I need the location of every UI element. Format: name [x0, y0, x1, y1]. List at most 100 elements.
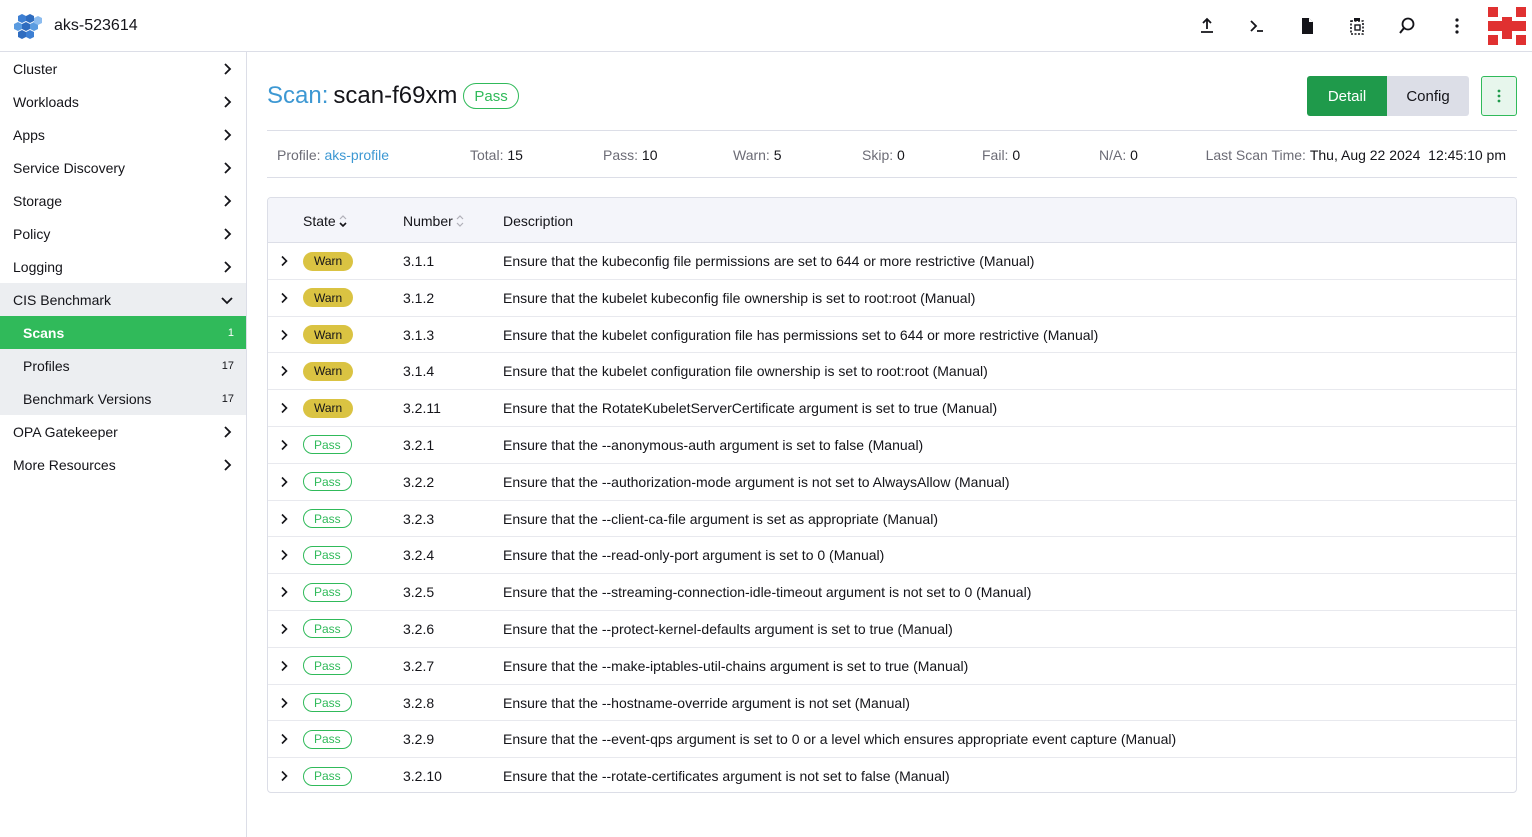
chevron-right-icon: [281, 623, 288, 635]
chevron-right-icon: [281, 587, 288, 598]
summary-profile-label: Profile:: [277, 147, 321, 163]
resource-search-button[interactable]: [1382, 0, 1432, 52]
cluster-logo-icon: [14, 13, 42, 39]
actions-menu-button[interactable]: [1481, 76, 1517, 116]
expand-row-button[interactable]: [278, 537, 292, 573]
expand-row-button[interactable]: [278, 280, 292, 316]
page-title-prefix: Scan:: [267, 82, 329, 109]
row-description-cell: Ensure that the --client-ca-file argumen…: [503, 510, 938, 527]
pass-badge: Pass: [303, 619, 352, 639]
column-header-description: Description: [503, 198, 573, 243]
summary-profile: Profile: aks-profile: [277, 132, 389, 178]
sidebar-item-label: OPA Gatekeeper: [13, 423, 118, 440]
row-number-cell: 3.2.3: [403, 510, 435, 527]
row-number-cell: 3.1.4: [403, 363, 435, 380]
sidebar-item-label: Policy: [13, 225, 51, 242]
row-number-cell: 3.2.9: [403, 731, 435, 748]
warn-badge: Warn: [303, 288, 354, 308]
row-description-cell: Ensure that the --read-only-port argumen…: [503, 547, 885, 564]
sidebar-subitem-profiles[interactable]: Profiles 17: [0, 349, 246, 382]
warn-badge: Warn: [303, 361, 354, 381]
sidebar-item-more-resources[interactable]: More Resources: [0, 448, 246, 481]
row-number-cell: 3.1.3: [403, 326, 435, 343]
expand-row-button[interactable]: [278, 685, 292, 721]
sidebar-subitem-benchmark-versions[interactable]: Benchmark Versions 17: [0, 382, 246, 415]
config-button[interactable]: Config: [1387, 76, 1469, 116]
summary-pass-value: 10: [641, 147, 658, 163]
expand-row-button[interactable]: [278, 317, 292, 353]
import-yaml-button[interactable]: [1182, 0, 1232, 52]
chevron-down-icon: [221, 296, 233, 304]
sidebar-item-workloads[interactable]: Workloads: [0, 85, 246, 118]
row-state-cell: Warn: [303, 353, 354, 389]
sidebar-item-logging[interactable]: Logging: [0, 250, 246, 283]
pass-badge: Pass: [303, 509, 352, 529]
summary-pass: Pass: 10: [603, 132, 657, 178]
expand-row-button[interactable]: [278, 721, 292, 757]
table-row: Pass 3.2.9 Ensure that the --event-qps arg…: [268, 721, 1516, 759]
summary-skip-label: Skip:: [862, 147, 894, 163]
summary-last-scan: Last Scan Time: Thu, Aug 22 2024 12:45:1…: [1206, 132, 1506, 178]
chevron-right-icon: [224, 458, 232, 471]
detail-button[interactable]: Detail: [1307, 76, 1387, 116]
row-state-cell: Warn: [303, 243, 354, 279]
sidebar-item-policy[interactable]: Policy: [0, 217, 246, 250]
summary-pass-label: Pass:: [603, 147, 639, 163]
cluster-name: aks-523614: [54, 16, 138, 34]
page-title-row: Scan: scan-f69xm Pass Detail Config: [267, 76, 1517, 116]
pass-badge: Pass: [303, 472, 352, 492]
download-kubeconfig-button[interactable]: [1282, 0, 1332, 52]
more-vertical-icon: [1497, 89, 1501, 103]
sidebar-item-opa-gatekeeper[interactable]: OPA Gatekeeper: [0, 415, 246, 448]
column-header-number[interactable]: Number: [403, 198, 465, 243]
expand-row-button[interactable]: [278, 501, 292, 537]
row-state-cell: Pass: [303, 574, 352, 610]
chevron-right-icon: [224, 95, 232, 108]
chevron-right-icon: [224, 425, 232, 438]
sidebar-item-apps[interactable]: Apps: [0, 118, 246, 151]
expand-row-button[interactable]: [278, 611, 292, 647]
kubectl-shell-button[interactable]: [1232, 0, 1282, 52]
summary-skip-value: 0: [897, 147, 905, 163]
sidebar-item-storage[interactable]: Storage: [0, 184, 246, 217]
chevron-right-icon: [281, 550, 288, 561]
row-description-cell: Ensure that the kubelet configuration fi…: [503, 363, 988, 380]
expand-row-button[interactable]: [278, 758, 292, 792]
summary-total: Total: 15: [470, 132, 523, 178]
chevron-right-icon: [281, 771, 288, 782]
row-description-cell: Ensure that the kubeconfig file permissi…: [503, 253, 1035, 269]
sidebar-item-label: Logging: [13, 258, 63, 275]
terminal-icon: [1250, 20, 1263, 32]
summary-total-value: 15: [507, 147, 523, 163]
copy-kubeconfig-button[interactable]: [1332, 0, 1382, 52]
expand-row-button[interactable]: [278, 427, 292, 463]
chevron-right-icon: [224, 194, 232, 207]
summary-na-label: N/A:: [1099, 147, 1127, 163]
summary-fail: Fail: 0: [982, 132, 1020, 178]
expand-row-button[interactable]: [278, 390, 292, 426]
sidebar-item-cis-benchmark[interactable]: CIS Benchmark: [0, 283, 246, 316]
profile-link[interactable]: aks-profile: [324, 147, 389, 163]
expand-row-button[interactable]: [278, 464, 292, 500]
user-avatar[interactable]: [1482, 0, 1532, 52]
expand-row-button[interactable]: [278, 353, 292, 389]
row-description-cell: Ensure that the --streaming-connection-i…: [503, 584, 1032, 601]
brand[interactable]: aks-523614: [0, 0, 138, 52]
sidebar-subitem-scans[interactable]: Scans 1: [0, 316, 246, 349]
row-number-cell: 3.2.6: [403, 620, 435, 637]
row-description-cell: Ensure that the --anonymous-auth argumen…: [503, 436, 924, 453]
row-description-cell: Ensure that the --hostname-override argu…: [503, 694, 910, 711]
row-description-cell: Ensure that the RotateKubeletServerCerti…: [503, 400, 998, 417]
row-description-cell: Ensure that the --make-iptables-util-cha…: [503, 657, 969, 674]
chevron-right-icon: [281, 476, 288, 487]
header-more-button[interactable]: [1432, 0, 1482, 52]
sidebar-item-service-discovery[interactable]: Service Discovery: [0, 151, 246, 184]
sidebar-subitem-label: Scans: [23, 324, 65, 341]
expand-row-button[interactable]: [278, 574, 292, 610]
expand-row-button[interactable]: [278, 243, 292, 279]
sidebar-item-cluster[interactable]: Cluster: [0, 52, 246, 85]
header-actions: [1182, 0, 1532, 52]
column-header-state[interactable]: State: [303, 198, 348, 243]
row-state-cell: Pass: [303, 501, 352, 537]
expand-row-button[interactable]: [278, 648, 292, 684]
